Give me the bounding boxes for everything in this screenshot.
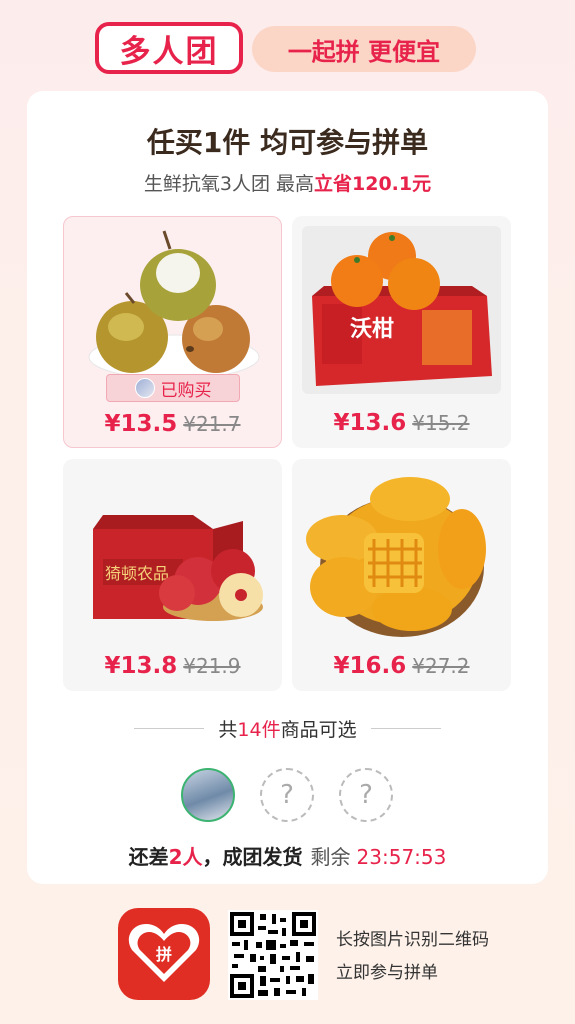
remaining-label: 剩余 [310, 845, 351, 869]
original-price: ¥21.9 [183, 654, 241, 678]
divider-left [134, 727, 205, 729]
savings-highlight: 立省120.1元 [314, 173, 432, 195]
bought-tag: 已购买 [106, 374, 240, 402]
product-tile-mangoes[interactable]: ¥16.6 ¥27.2 [292, 459, 511, 691]
box-brand-text: 沃柑 [350, 316, 394, 341]
price-row: ¥13.6 ¥15.2 [292, 410, 511, 436]
footer-instructions: 长按图片识别二维码 立即参与拼单 [336, 924, 489, 990]
subtitle-text: 生鲜抗氧3人团 最高 [143, 173, 315, 195]
group-price: ¥16.6 [333, 653, 407, 679]
missing-prefix: 还差 [128, 845, 169, 869]
product-tile-oranges[interactable]: 沃柑 ¥13.6 ¥15.2 [292, 216, 511, 448]
product-tile-pears[interactable]: 已购买 ¥13.5 ¥21.7 [63, 216, 282, 448]
group-price: ¥13.6 [333, 410, 407, 436]
price-row: ¥13.8 ¥21.9 [63, 653, 282, 679]
footer: 拼 长按图片识别二维码 立即参与拼单 [0, 906, 575, 1006]
buyer-avatar [134, 378, 155, 398]
missing-suffix: ，成团发货 [202, 845, 303, 869]
oranges-box-image: 沃柑 [302, 226, 501, 394]
product-tile-apples[interactable]: 猗顿农品 ¥13.8 ¥21.9 [63, 459, 282, 691]
footer-line-1: 长按图片识别二维码 [336, 930, 489, 950]
group-status: 还差2人，成团发货 剩余 23:57:53 [27, 841, 548, 870]
price-row: ¥13.5 ¥21.7 [64, 411, 281, 437]
bought-label: 已购买 [160, 380, 212, 401]
original-price: ¥27.2 [412, 654, 470, 678]
count-prefix: 共 [218, 718, 238, 741]
logo-text: 拼 [156, 945, 172, 964]
member-avatar [181, 768, 235, 822]
count-number: 14件 [237, 718, 281, 741]
apples-box-image: 猗顿农品 [93, 515, 263, 621]
product-count-line: 共 14件 商品可选 [27, 716, 548, 741]
original-price: ¥21.7 [183, 412, 241, 436]
mangoes-image [306, 477, 486, 637]
brand-badge: 多人团 [95, 22, 243, 74]
divider-right [370, 727, 441, 729]
original-price: ¥15.2 [412, 411, 470, 435]
qr-code[interactable] [228, 910, 318, 1000]
count-suffix: 商品可选 [280, 718, 357, 741]
price-row: ¥16.6 ¥27.2 [292, 653, 511, 679]
card-subtitle: 生鲜抗氧3人团 最高立省120.1元 [27, 169, 548, 196]
missing-count: 2人 [168, 845, 203, 869]
group-members: ? ? [27, 768, 548, 824]
header: 多人团 一起拼 更便宜 [0, 16, 575, 80]
box-brand-text: 猗顿农品 [105, 565, 169, 583]
group-card: 任买1件 均可参与拼单 生鲜抗氧3人团 最高立省120.1元 已购买 ¥13.5… [27, 91, 548, 884]
pears-image [88, 230, 260, 380]
card-title: 任买1件 均可参与拼单 [146, 126, 429, 159]
group-price: ¥13.8 [104, 653, 178, 679]
footer-line-2: 立即参与拼单 [336, 963, 438, 983]
empty-slot: ? [339, 768, 393, 822]
slogan-pill: 一起拼 更便宜 [252, 26, 476, 72]
empty-slot: ? [260, 768, 314, 822]
group-price: ¥13.5 [104, 411, 178, 437]
app-logo-icon: 拼 [118, 908, 210, 1000]
countdown-timer: 23:57:53 [356, 845, 447, 869]
